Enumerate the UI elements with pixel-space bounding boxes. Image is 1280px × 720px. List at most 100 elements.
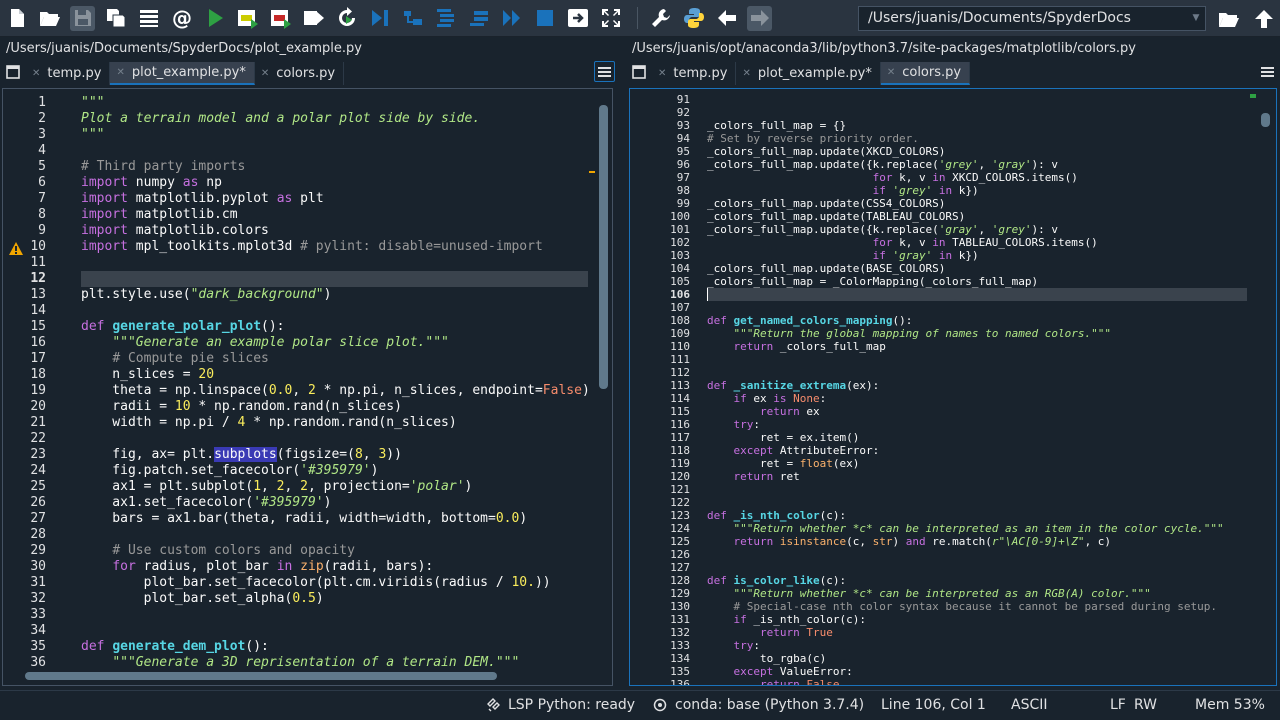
code-line[interactable]: _colors_full_map = {} <box>707 119 1262 132</box>
left-code-editor[interactable]: 1 2 3 4 5 6 7 8 9 10 11 12 13 14 15 16 17 18 19 20 21 22 23 24 2… <box>2 88 613 686</box>
horizontal-scrollbar[interactable] <box>3 669 610 683</box>
code-line[interactable]: ret = ex.item() <box>707 431 1262 444</box>
code-line[interactable]: ​ <box>707 561 1262 574</box>
right-tab-colors[interactable]: ✕ colors.py <box>880 62 971 85</box>
code-line[interactable]: return _colors_full_map <box>707 340 1262 353</box>
code-area[interactable]: """ Plot a terrain model and a polar plot… <box>81 89 590 685</box>
code-line[interactable]: return True <box>707 626 1262 639</box>
code-line[interactable]: ​ <box>81 623 589 639</box>
code-line[interactable]: _colors_full_map.update({k.replace('grey… <box>707 158 1262 171</box>
code-line[interactable]: ​ <box>81 607 589 623</box>
code-line[interactable]: _colors_full_map.update(BASE_COLORS) <box>707 262 1262 275</box>
code-line[interactable]: ax1.set_facecolor('#395979') <box>81 495 589 511</box>
close-icon[interactable]: ✕ <box>32 63 40 85</box>
code-line[interactable]: ​ <box>81 143 589 159</box>
scrollbar-thumb[interactable] <box>25 672 497 680</box>
save-all-button[interactable] <box>103 6 128 31</box>
code-line[interactable]: # Compute pie slices <box>81 351 589 367</box>
left-tab-colors[interactable]: ✕ colors.py <box>255 62 345 85</box>
code-line[interactable]: plt.style.use("dark_background") <box>81 287 589 303</box>
code-line[interactable]: radii = 10 * np.random.rand(n_slices) <box>81 399 589 415</box>
code-line[interactable]: ​ <box>707 288 1247 301</box>
code-line[interactable]: import numpy as np <box>81 175 589 191</box>
code-line[interactable]: to_rgba(c) <box>707 652 1262 665</box>
scrollbar-thumb[interactable] <box>599 105 608 389</box>
right-tab-plot-example[interactable]: ✕ plot_example.py* <box>736 62 881 85</box>
code-line[interactable]: def is_color_like(c): <box>707 574 1262 587</box>
code-line[interactable]: for k, v in TABLEAU_COLORS.items() <box>707 236 1262 249</box>
code-line[interactable]: ​ <box>707 93 1262 106</box>
code-line[interactable]: ​ <box>707 301 1262 314</box>
code-line[interactable]: Plot a terrain model and a polar plot si… <box>81 111 589 127</box>
code-line[interactable]: ​ <box>707 366 1262 379</box>
code-line[interactable]: plot_bar.set_alpha(0.5) <box>81 591 589 607</box>
parent-directory-button[interactable] <box>1251 6 1276 31</box>
right-tab-temp[interactable]: ✕ temp.py <box>652 62 737 85</box>
pythonpath-button[interactable] <box>681 6 706 31</box>
step-return-button[interactable] <box>466 6 491 31</box>
code-line[interactable]: """ <box>81 127 589 143</box>
code-line[interactable]: except AttributeError: <box>707 444 1262 457</box>
open-file-button[interactable] <box>37 6 62 31</box>
forward-button[interactable] <box>747 5 772 31</box>
code-line[interactable]: import mpl_toolkits.mplot3d # pylint: di… <box>81 239 589 255</box>
code-line[interactable]: ​ <box>707 106 1262 119</box>
code-line[interactable]: """Generate an example polar slice plot.… <box>81 335 589 351</box>
code-line[interactable]: for radius, plot_bar in zip(radii, bars)… <box>81 559 589 575</box>
code-line[interactable]: import matplotlib.colors <box>81 223 589 239</box>
code-area[interactable]: ​​_colors_full_map = {}# Set by reverse … <box>707 89 1262 685</box>
code-line[interactable]: _colors_full_map.update(TABLEAU_COLORS) <box>707 210 1262 223</box>
code-line[interactable]: ​ <box>81 527 589 543</box>
continue-button[interactable] <box>499 6 524 31</box>
code-line[interactable]: def generate_dem_plot(): <box>81 639 589 655</box>
code-line[interactable]: # Use custom colors and opacity <box>81 543 589 559</box>
conda-status[interactable]: conda: base (Python 3.7.4) <box>653 691 864 720</box>
code-line[interactable]: ​ <box>707 353 1262 366</box>
symbol-finder-button[interactable]: @ <box>169 6 194 31</box>
code-line[interactable]: n_slices = 20 <box>81 367 589 383</box>
fullscreen-button[interactable] <box>598 6 623 31</box>
code-line[interactable]: ​ <box>81 303 589 319</box>
code-line[interactable]: return ret <box>707 470 1262 483</box>
code-line[interactable]: """Return the global mapping of names to… <box>707 327 1262 340</box>
code-line[interactable]: if ex is None: <box>707 392 1262 405</box>
vertical-scrollbar[interactable] <box>589 89 610 667</box>
left-browse-tabs-button[interactable] <box>4 63 22 81</box>
preferences-button[interactable] <box>648 6 673 31</box>
code-line[interactable]: import matplotlib.cm <box>81 207 589 223</box>
code-line[interactable]: _colors_full_map.update(XKCD_COLORS) <box>707 145 1262 158</box>
new-file-button[interactable] <box>4 6 29 31</box>
chevron-down-icon[interactable]: ▼ <box>1189 8 1203 29</box>
step-button[interactable] <box>400 6 425 31</box>
code-line[interactable]: _colors_full_map.update(CSS4_COLORS) <box>707 197 1262 210</box>
code-line[interactable]: plot_bar.set_facecolor(plt.cm.viridis(ra… <box>81 575 589 591</box>
code-line[interactable]: ​ <box>81 255 589 271</box>
step-into-button[interactable] <box>433 6 458 31</box>
code-line[interactable]: import matplotlib.pyplot as plt <box>81 191 589 207</box>
close-icon[interactable]: ✕ <box>116 62 124 84</box>
right-browse-tabs-button[interactable] <box>630 63 648 81</box>
code-line[interactable]: if 'grey' in k}) <box>707 184 1262 197</box>
browse-directory-button[interactable] <box>1216 6 1241 31</box>
run-cell-button[interactable] <box>235 6 260 31</box>
vertical-scrollbar[interactable] <box>1258 89 1274 683</box>
file-switcher-button[interactable] <box>136 6 161 31</box>
run-file-button[interactable] <box>202 6 227 31</box>
code-line[interactable]: except ValueError: <box>707 665 1262 678</box>
code-line[interactable]: ​ <box>81 431 589 447</box>
scrollbar-thumb[interactable] <box>1261 113 1270 127</box>
debug-button[interactable] <box>367 6 392 31</box>
save-file-button[interactable] <box>70 5 95 31</box>
code-line[interactable]: theta = np.linspace(0.0, 2 * np.pi, n_sl… <box>81 383 589 399</box>
maximize-pane-button[interactable] <box>565 6 590 31</box>
left-options-menu-button[interactable] <box>594 61 615 82</box>
rerun-button[interactable] <box>334 6 359 31</box>
code-line[interactable]: return isinstance(c, str) and re.match(r… <box>707 535 1262 548</box>
code-line[interactable]: def _is_nth_color(c): <box>707 509 1262 522</box>
warning-icon[interactable] <box>9 240 23 255</box>
right-options-menu-button[interactable] <box>1258 63 1276 81</box>
code-line[interactable]: ​ <box>707 483 1262 496</box>
left-tab-temp[interactable]: ✕ temp.py <box>26 62 111 85</box>
code-line[interactable]: try: <box>707 418 1262 431</box>
code-line[interactable]: ax1 = plt.subplot(1, 2, 2, projection='p… <box>81 479 589 495</box>
